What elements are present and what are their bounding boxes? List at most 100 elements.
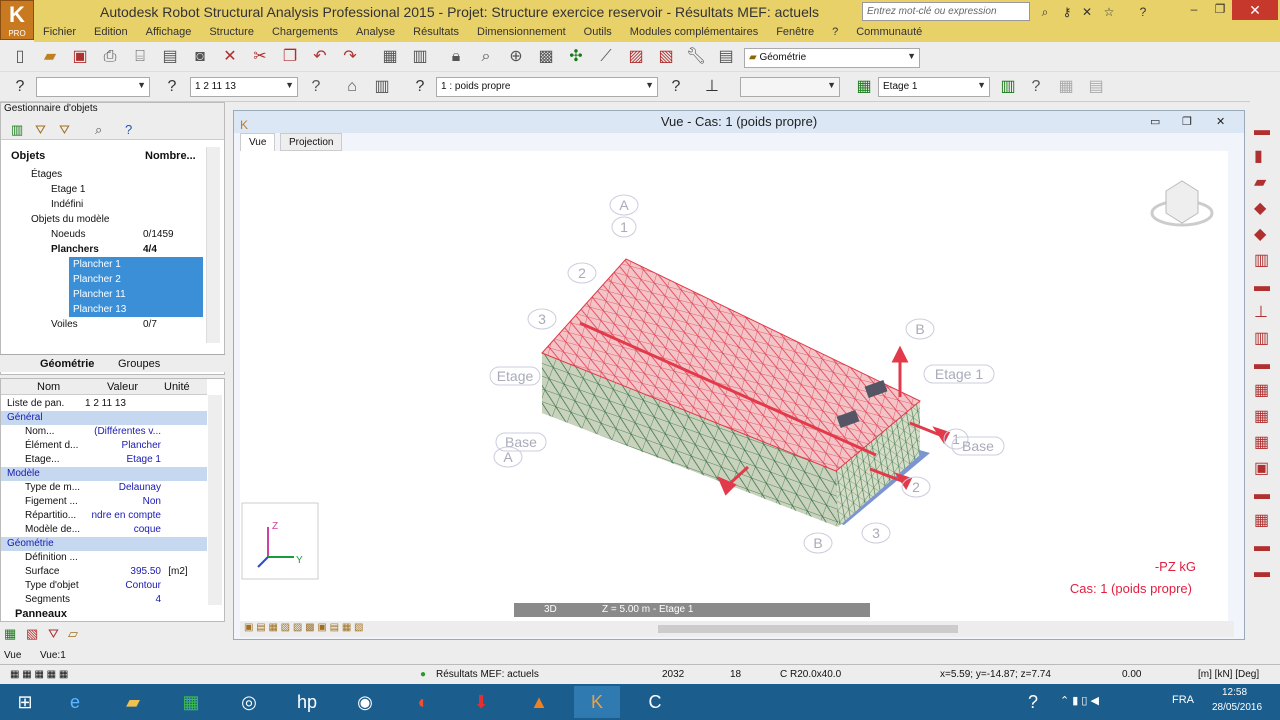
download-icon[interactable]: ⬇ xyxy=(458,686,504,718)
print-preview-icon[interactable]: ⌸ xyxy=(128,45,152,69)
view-tab-vue1[interactable]: Vue:1 xyxy=(40,650,66,661)
property-row[interactable]: Figement ... Non xyxy=(1,495,207,509)
tree-item[interactable]: Noeuds 0/1459 xyxy=(29,227,225,242)
properties-rows[interactable]: Liste de pan... 1 2 11 13 Général Nom... (Di… xyxy=(1,397,207,609)
filter-panel-icon[interactable]: ⛛ xyxy=(48,626,59,642)
property-value[interactable]: Plancher xyxy=(85,439,161,453)
hp-icon[interactable]: hp xyxy=(284,686,330,718)
tree-item[interactable]: Plancher 13 xyxy=(69,302,203,317)
tree-item[interactable]: Objets du modèle xyxy=(9,212,205,227)
story-icon[interactable]: ▦ xyxy=(852,75,876,99)
measure-icon[interactable]: ⟋ xyxy=(594,45,618,69)
properties-icon[interactable]: ▤ xyxy=(714,45,738,69)
house-icon[interactable]: ⌂ xyxy=(340,75,364,99)
load-query-icon[interactable]: ? xyxy=(664,75,688,99)
screenshot-icon[interactable]: ◙ xyxy=(188,45,212,69)
3d-canvas[interactable]: A 1 2 3 B Etage Etage 1 Base A 1 Base 2 … xyxy=(240,151,1228,621)
property-value[interactable]: (Différentes v... xyxy=(85,425,161,439)
property-row[interactable]: Définition ... xyxy=(1,551,207,565)
menu-structure[interactable]: Structure xyxy=(200,24,263,42)
file-explorer-icon[interactable]: ▰ xyxy=(110,686,156,718)
key-icon[interactable]: ⚷ xyxy=(1058,3,1076,21)
menu-analyse[interactable]: Analyse xyxy=(347,24,404,42)
property-row[interactable]: Modèle de... coque xyxy=(1,523,207,537)
menu-edition[interactable]: Edition xyxy=(85,24,137,42)
find-icon[interactable]: ⌕ xyxy=(95,122,102,138)
redo-icon[interactable]: ↷ xyxy=(338,45,362,69)
view-minimize-button[interactable]: ▭ xyxy=(1150,111,1160,133)
property-row[interactable]: Nom... (Différentes v... xyxy=(1,425,207,439)
property-row[interactable]: Type d'objet Contour xyxy=(1,579,207,593)
property-row[interactable]: Type de m... Delaunay xyxy=(1,481,207,495)
cut-icon[interactable]: ✂ xyxy=(248,45,272,69)
property-row[interactable]: Liste de pan... 1 2 11 13 xyxy=(1,397,207,411)
story-select[interactable]: Etage 1 ▼ xyxy=(878,77,990,97)
tree-item[interactable]: Voiles 0/7 xyxy=(29,317,225,332)
property-section[interactable]: Général xyxy=(1,411,207,425)
tray-language[interactable]: FRA xyxy=(1172,694,1194,706)
delete-icon[interactable]: ✕ xyxy=(218,45,242,69)
selection-filter-select[interactable]: ▼ xyxy=(36,77,150,97)
property-section[interactable]: Géométrie xyxy=(1,537,207,551)
property-value[interactable]: Contour xyxy=(85,579,161,593)
tree-item[interactable]: Etage 1 xyxy=(29,182,225,197)
new-file-icon[interactable]: ▯ xyxy=(8,45,32,69)
tab-vue[interactable]: Vue xyxy=(240,133,276,151)
load-case-select[interactable]: 1 : poids propre ▼ xyxy=(436,77,658,97)
property-value[interactable]: ndre en compte xyxy=(85,509,162,523)
view-cube[interactable] xyxy=(1150,180,1214,227)
tray-time[interactable]: 12:58 xyxy=(1222,687,1247,698)
view-tools-icons[interactable]: ▣ ▤ ▦ ▧ ▨ ▩ ▣ ▤ ▦ ▧ xyxy=(244,622,364,633)
minimize-button[interactable]: – xyxy=(1182,0,1206,18)
tree-item[interactable]: Plancher 11 xyxy=(69,287,203,302)
tab-panneaux[interactable]: Panneaux xyxy=(15,608,67,620)
undo-icon[interactable]: ↶ xyxy=(308,45,332,69)
object-tree[interactable]: Étages Etage 1 Indéfini Objets du modèle Noe… xyxy=(1,167,205,345)
structure-icon[interactable]: ▦ xyxy=(4,626,16,642)
property-value[interactable]: 4 xyxy=(85,593,161,607)
properties-scrollbar[interactable] xyxy=(208,395,222,605)
menu-modules[interactable]: Modules complémentaires xyxy=(621,24,767,42)
property-section[interactable]: Modèle xyxy=(1,467,207,481)
capture-icon[interactable]: ▤ xyxy=(158,45,182,69)
excel-icon[interactable]: ▦ xyxy=(168,686,214,718)
tab-projection[interactable]: Projection xyxy=(280,133,343,151)
property-value[interactable]: coque xyxy=(85,523,161,537)
right-tools[interactable]: ▬ ▮ ▰ ◆ ◆ ▥ ▬ ⊥ ▥ ▬ ▦ ▦ ▦ ▣ ▬ ▦ ▬ ▬ xyxy=(1254,118,1276,638)
table-icon[interactable]: ▦ xyxy=(378,45,402,69)
lock-icon[interactable]: 🔒︎ xyxy=(444,45,468,69)
vlc-icon[interactable]: ▲ xyxy=(516,686,562,718)
horizontal-scrollbar[interactable] xyxy=(658,625,958,633)
property-row[interactable]: Etage... Etage 1 xyxy=(1,453,207,467)
app2-icon[interactable]: C xyxy=(632,686,678,718)
menu-dimensionnement[interactable]: Dimensionnement xyxy=(468,24,575,42)
property-row[interactable]: Segments 4 xyxy=(1,593,207,607)
open-file-icon[interactable]: ▰ xyxy=(38,45,62,69)
zoom-window-icon[interactable]: ⊕ xyxy=(504,45,528,69)
menu-communaute[interactable]: Communauté xyxy=(847,24,931,42)
z-level[interactable]: Z = 5.00 m - Etage 1 xyxy=(602,604,693,615)
menu-affichage[interactable]: Affichage xyxy=(137,24,201,42)
menu-help[interactable]: ? xyxy=(823,24,847,42)
star-icon[interactable]: ☆ xyxy=(1100,3,1118,21)
app-icon[interactable]: ◉ xyxy=(342,686,388,718)
tree-scrollbar[interactable] xyxy=(206,147,220,343)
robot-taskbar-icon[interactable]: K xyxy=(574,686,620,718)
binoculars-icon[interactable]: ⌕ xyxy=(1036,3,1054,21)
building-icon[interactable]: ▥ xyxy=(370,75,394,99)
tree-item[interactable]: Indéfini xyxy=(29,197,225,212)
tree-item[interactable]: Étages xyxy=(9,167,205,182)
property-value[interactable]: Delaunay xyxy=(85,481,161,495)
tree-item[interactable]: Plancher 1 xyxy=(69,257,203,272)
filter-clear-icon[interactable]: ⛛ xyxy=(59,122,70,138)
hatch-icon[interactable]: ▧ xyxy=(654,45,678,69)
grid-icon[interactable]: ▩ xyxy=(534,45,558,69)
tab-geometrie[interactable]: Géométrie xyxy=(40,358,94,370)
model-icon[interactable]: ▥ xyxy=(11,122,23,138)
tray-icons[interactable]: ⌃ ▮ ▯ ◀ xyxy=(1060,694,1099,707)
view-tab-vue[interactable]: Vue xyxy=(4,650,21,661)
view-restore-button[interactable]: ❐ xyxy=(1182,111,1192,133)
save-icon[interactable]: ▣ xyxy=(68,45,92,69)
menu-outils[interactable]: Outils xyxy=(575,24,621,42)
panel-select-icon[interactable]: ? xyxy=(160,75,184,99)
